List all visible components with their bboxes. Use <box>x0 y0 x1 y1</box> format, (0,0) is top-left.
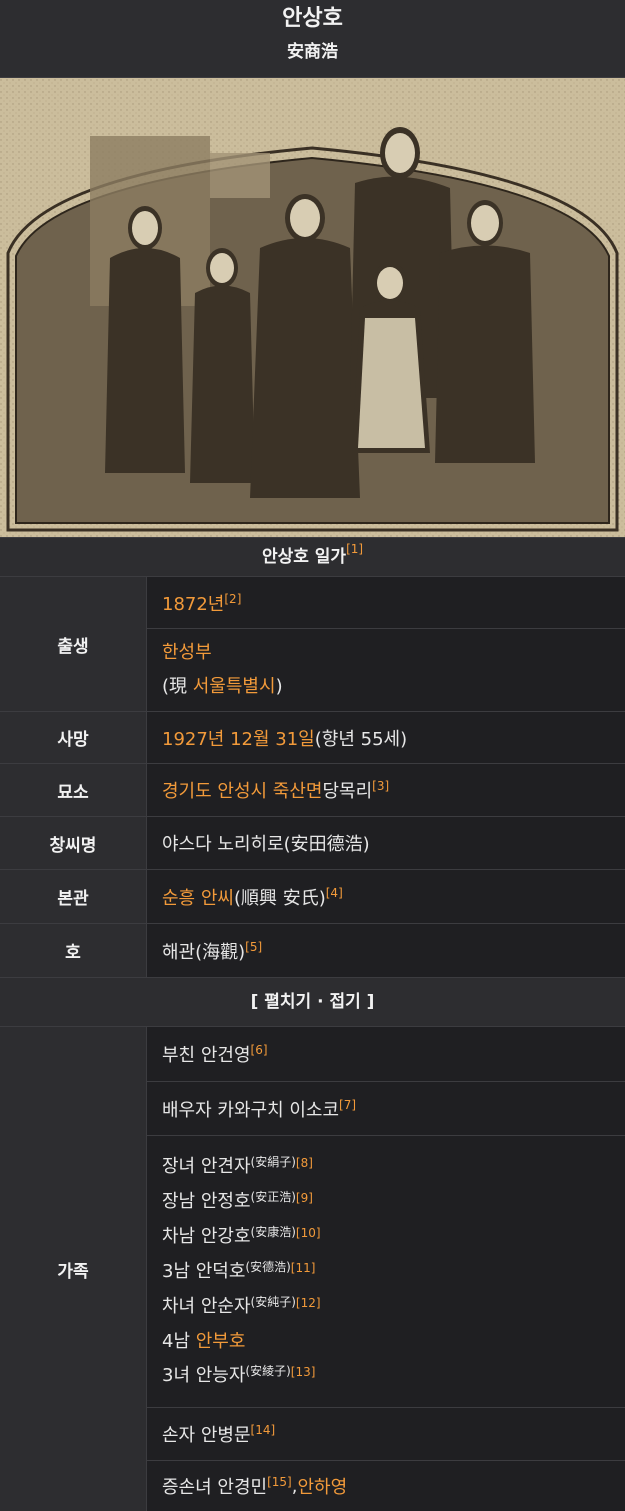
great-granddaughter-ref[interactable]: [15] <box>267 1475 292 1489</box>
birth-year-cell: 1872년 [2] <box>147 577 625 629</box>
bongwan-ref[interactable]: [4] <box>326 886 343 900</box>
family-cells: 부친 안건영 [6] 배우자 카와구치 이소코 [7] 장녀 안견자(安絹子)[8]… <box>147 1027 625 1511</box>
death-date-link[interactable]: 1927년 12월 31일 <box>162 725 315 751</box>
child-name: 장녀 안견자 <box>162 1155 251 1177</box>
child-ref[interactable]: [11] <box>291 1261 316 1275</box>
expand-collapse-toggle[interactable]: [ 펼치기 · 접기 ] <box>0 978 625 1027</box>
soshi-label: 창씨명 <box>0 817 147 869</box>
birth-year-ref[interactable]: [2] <box>224 592 241 606</box>
child-ref[interactable]: [9] <box>296 1191 313 1205</box>
death-row: 사망 1927년 12월 31일 (향년 55세) <box>0 712 625 764</box>
child-hanja: (安純子) <box>250 1294 296 1309</box>
child-name: 차남 안강호 <box>162 1225 251 1247</box>
child-hanja: (安綾子) <box>245 1363 291 1378</box>
great-granddaughter-link[interactable]: 안하영 <box>297 1473 347 1499</box>
soshi-value: 야스다 노리히로(安田德浩) <box>162 834 370 855</box>
caption-text: 안상호 일가 <box>261 547 347 567</box>
caption-ref-link[interactable]: [1] <box>346 542 363 556</box>
grave-place-rest: 당목리 <box>322 781 373 802</box>
grandson-ref[interactable]: [14] <box>251 1423 276 1437</box>
child-item: 차남 안강호(安康浩)[10] <box>162 1220 321 1255</box>
child-item: 장녀 안견자(安絹子)[8] <box>162 1150 313 1185</box>
child-name: 4남 <box>162 1330 196 1352</box>
grave-cell: 경기도 안성시 죽산면 당목리 [3] <box>147 764 625 816</box>
child-hanja: (安康浩) <box>250 1224 296 1239</box>
child-hanja: (安德浩) <box>245 1259 291 1274</box>
infobox: 안상호 安商浩 안상호 일가[1] 출생 1872년 [2] 한성부 (現 서울… <box>0 0 625 1511</box>
family-photo-image <box>0 78 625 537</box>
child-name: 차녀 안순자 <box>162 1295 251 1317</box>
bongwan-hanja: (順興 安氏) <box>233 887 326 909</box>
bongwan-row: 본관 순흥 안씨 (順興 安氏) [4] <box>0 870 625 924</box>
father-ref[interactable]: [6] <box>251 1043 268 1057</box>
photo-caption: 안상호 일가[1] <box>0 538 625 577</box>
child-ref[interactable]: [12] <box>296 1296 321 1310</box>
spouse-ref[interactable]: [7] <box>339 1098 356 1112</box>
child-name: 3남 안덕호 <box>162 1260 246 1282</box>
bongwan-label: 본관 <box>0 870 147 923</box>
soshi-row: 창씨명 야스다 노리히로(安田德浩) <box>0 817 625 870</box>
child-hanja: (安絹子) <box>250 1154 296 1169</box>
child-hanja: (安正浩) <box>250 1189 296 1204</box>
birth-place-link[interactable]: 한성부 <box>162 642 212 663</box>
death-age: (향년 55세) <box>314 728 408 750</box>
soshi-cell: 야스다 노리히로(安田德浩) <box>147 817 625 869</box>
ho-value: 해관(海觀) <box>162 941 246 963</box>
grandson-text: 손자 안병문 <box>162 1425 251 1446</box>
birth-row: 출생 1872년 [2] 한성부 (現 서울특별시) <box>0 577 625 712</box>
birth-place-prefix: (現 <box>162 676 193 697</box>
ho-ref[interactable]: [5] <box>245 940 262 954</box>
grave-place-link[interactable]: 경기도 안성시 죽산면 <box>162 777 322 803</box>
spouse-text: 배우자 카와구치 이소코 <box>162 1099 340 1121</box>
family-father-cell: 부친 안건영 [6] <box>147 1027 625 1082</box>
grave-ref[interactable]: [3] <box>372 779 389 793</box>
family-spouse-cell: 배우자 카와구치 이소코 [7] <box>147 1082 625 1136</box>
grave-row: 묘소 경기도 안성시 죽산면 당목리 [3] <box>0 764 625 817</box>
family-label: 가족 <box>0 1027 147 1511</box>
family-grandson-cell: 손자 안병문 [14] <box>147 1408 625 1461</box>
child-name: 3녀 안능자 <box>162 1364 246 1386</box>
grave-label: 묘소 <box>0 764 147 816</box>
birth-place-modern-link[interactable]: 서울특별시 <box>193 676 276 697</box>
person-name: 안상호 <box>282 6 343 31</box>
child-name: 장남 안정호 <box>162 1190 251 1212</box>
child-item: 3녀 안능자(安綾子)[13] <box>162 1359 315 1394</box>
child-item: 4남 안부호 <box>162 1325 245 1359</box>
child-item: 장남 안정호(安正浩)[9] <box>162 1185 313 1220</box>
birth-cells: 1872년 [2] 한성부 (現 서울특별시) <box>147 577 625 711</box>
birth-place-cell: 한성부 (現 서울특별시) <box>147 629 625 711</box>
death-label: 사망 <box>0 712 147 763</box>
birth-place-suffix: ) <box>275 676 283 697</box>
child-ref[interactable]: [8] <box>296 1156 313 1170</box>
child-ref[interactable]: [13] <box>291 1365 316 1379</box>
person-name-hanja: 安商浩 <box>287 42 338 62</box>
family-great-granddaughter-cell: 증손녀 안경민 [15], 안하영 <box>147 1461 625 1511</box>
death-cell: 1927년 12월 31일 (향년 55세) <box>147 712 625 763</box>
ho-label: 호 <box>0 924 147 977</box>
birth-year-link[interactable]: 1872년 <box>162 590 224 616</box>
child-item: 3남 안덕호(安德浩)[11] <box>162 1255 315 1290</box>
family-photo[interactable] <box>0 78 625 538</box>
family-children-cell: 장녀 안견자(安絹子)[8] 장남 안정호(安正浩)[9] 차남 안강호(安康浩… <box>147 1136 625 1408</box>
child-item: 차녀 안순자(安純子)[12] <box>162 1290 321 1325</box>
family-row: 가족 부친 안건영 [6] 배우자 카와구치 이소코 [7] 장녀 안견자(安絹子)… <box>0 1027 625 1511</box>
child-ref[interactable]: [10] <box>296 1226 321 1240</box>
ho-cell: 해관(海觀) [5] <box>147 924 625 977</box>
child-name-link[interactable]: 안부호 <box>196 1331 246 1352</box>
great-granddaughter-text: 증손녀 안경민 <box>162 1477 268 1498</box>
father-text: 부친 안건영 <box>162 1045 251 1066</box>
infobox-header: 안상호 安商浩 <box>0 0 625 78</box>
birth-label: 출생 <box>0 577 147 711</box>
bongwan-cell: 순흥 안씨 (順興 安氏) [4] <box>147 870 625 923</box>
ho-row: 호 해관(海觀) [5] <box>0 924 625 978</box>
bongwan-link[interactable]: 순흥 안씨 <box>162 884 234 910</box>
